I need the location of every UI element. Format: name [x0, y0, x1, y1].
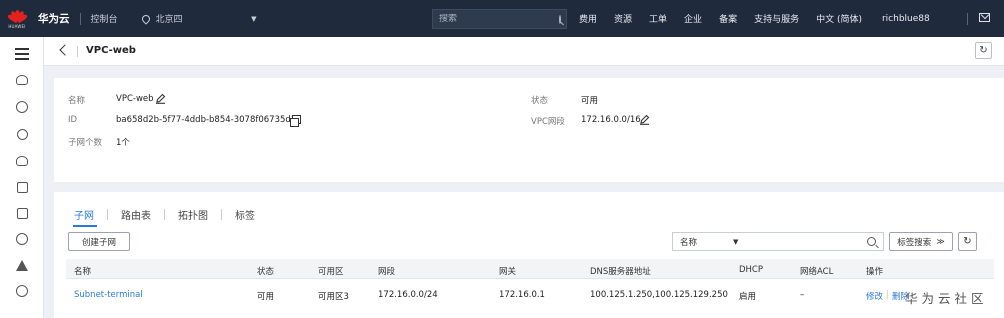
search-icon[interactable] [867, 237, 876, 246]
subnet-panel: 子网 路由表 拓扑图 标签 创建子网 名称 ▼ 标签搜索 ≫ ↻ 名称 状态 可… [54, 192, 1004, 318]
language-switch[interactable]: 中文 (简体) [816, 12, 862, 25]
top-links: 费用 资源 工单 企业 备案 支持与服务 中文 (简体) richblue88 [579, 0, 940, 37]
huawei-logo[interactable]: HUAWEI [0, 0, 34, 37]
subnet-az: 可用区3 [318, 292, 349, 302]
subnet-dns: 100.125.1.250,100.125.129.250 [590, 290, 728, 300]
name-label: 名称 [68, 96, 86, 106]
tab-subnets[interactable]: 子网 [74, 207, 94, 222]
column-header: 操作 [866, 267, 884, 277]
database-icon[interactable] [15, 180, 29, 194]
create-subnet-button[interactable]: 创建子网 [68, 232, 130, 251]
double-chevron-down-icon: ≫ [936, 237, 945, 246]
column-header: 网关 [499, 267, 517, 277]
caret-down-icon: ▼ [251, 14, 257, 23]
subnet-status: 可用 [257, 292, 275, 302]
table-header: 名称 状态 可用区 网段 网关 DNS服务器地址 DHCP 网络ACL 操作 [66, 259, 994, 279]
tag-search-button[interactable]: 标签搜索 ≫ [889, 232, 953, 251]
refresh-list-button[interactable]: ↻ [958, 232, 977, 251]
mail-icon[interactable] [979, 13, 990, 22]
id-label: ID [68, 115, 78, 125]
page-header: VPC-web ↻ [44, 37, 1004, 66]
refresh-button[interactable]: ↻ [975, 42, 992, 59]
cidr-value: 172.16.0.0/16 [581, 115, 641, 125]
cloud-storage-icon[interactable] [15, 154, 29, 168]
subnet-acl: – [800, 290, 805, 300]
nav-link-tickets[interactable]: 工单 [649, 12, 667, 25]
nav-link-resources[interactable]: 资源 [614, 12, 632, 25]
refresh-icon: ↻ [979, 45, 988, 56]
edit-cidr-icon[interactable] [639, 114, 650, 125]
nav-link-icp[interactable]: 备案 [719, 12, 737, 25]
top-navigation-bar: HUAWEI 华为云 控制台 北京四 ▼ 费用 资源 工单 企业 备案 支持与服… [0, 0, 1004, 37]
modify-link[interactable]: 修改 [866, 290, 883, 302]
subnet-name-link[interactable]: Subnet-terminal [74, 290, 143, 300]
subnet-cidr: 172.16.0.0/24 [378, 290, 438, 300]
location-pin-icon [139, 12, 152, 25]
filter-search[interactable]: 名称 ▼ [672, 232, 884, 251]
name-value: VPC-web [116, 94, 154, 104]
column-header: 可用区 [318, 267, 344, 277]
divider [79, 12, 81, 25]
region-label: 北京四 [155, 15, 183, 25]
nav-link-billing[interactable]: 费用 [579, 12, 597, 25]
status-value: 可用 [581, 96, 599, 106]
subnet-count-label: 子网个数 [68, 138, 103, 148]
subnet-gateway: 172.16.0.1 [499, 290, 545, 300]
community-watermark: 华为云社区 [905, 291, 988, 306]
cluster-icon[interactable] [15, 100, 29, 114]
security-icon[interactable] [15, 258, 29, 272]
region-selector[interactable]: 北京四 ▼ [136, 9, 263, 29]
refresh-icon: ↻ [963, 236, 972, 247]
column-header: DHCP [739, 265, 763, 275]
huawei-logo-icon [6, 9, 28, 23]
monitor-icon[interactable] [15, 206, 29, 220]
subnet-count-value: 1个 [116, 138, 130, 148]
copy-icon[interactable] [290, 115, 301, 127]
action-divider: | [886, 290, 889, 300]
user-account[interactable]: richblue88 [882, 14, 930, 24]
active-tab-indicator [73, 225, 97, 227]
detail-tabs: 子网 路由表 拓扑图 标签 [74, 207, 255, 222]
back-arrow-icon[interactable] [59, 44, 71, 56]
column-header: 网段 [378, 267, 396, 277]
console-link[interactable]: 控制台 [91, 12, 118, 25]
nav-link-support[interactable]: 支持与服务 [754, 12, 799, 25]
tab-tags[interactable]: 标签 [235, 207, 255, 222]
caret-down-icon[interactable]: ▼ [733, 238, 738, 246]
column-header: 状态 [257, 267, 275, 277]
global-search[interactable] [432, 9, 567, 29]
menu-icon[interactable] [15, 48, 29, 60]
tag-search-label: 标签搜索 [897, 237, 932, 248]
column-header[interactable]: 名称 [74, 265, 91, 277]
logo-wordmark: HUAWEI [8, 23, 26, 29]
cloud-server-icon[interactable] [15, 73, 29, 87]
cidr-label: VPC网段 [531, 117, 565, 127]
search-icon[interactable] [559, 14, 561, 24]
filter-field-select[interactable]: 名称 [673, 236, 733, 248]
brand-name[interactable]: 华为云 [38, 11, 70, 26]
divider [77, 46, 78, 57]
status-label: 状态 [531, 96, 549, 106]
page-title: VPC-web [86, 45, 136, 56]
service-sidebar [0, 37, 44, 318]
tab-topology[interactable]: 拓扑图 [178, 207, 208, 222]
id-value: ba658d2b-5f77-4ddb-b854-3078f06735d1 [116, 115, 297, 125]
tab-route-tables[interactable]: 路由表 [121, 207, 151, 222]
globe-icon[interactable] [15, 284, 29, 298]
search-input[interactable] [439, 14, 559, 24]
network-icon[interactable] [15, 127, 29, 141]
edit-name-icon[interactable] [155, 93, 166, 104]
nav-link-enterprise[interactable]: 企业 [684, 12, 702, 25]
column-header: DNS服务器地址 [590, 267, 651, 277]
vpc-basic-info: 名称 VPC-web ID ba658d2b-5f77-4ddb-b854-30… [54, 78, 1004, 182]
cloud-icon[interactable] [15, 232, 29, 246]
divider [967, 13, 968, 25]
column-header: 网络ACL [800, 267, 834, 277]
subnet-dhcp: 启用 [739, 292, 757, 302]
